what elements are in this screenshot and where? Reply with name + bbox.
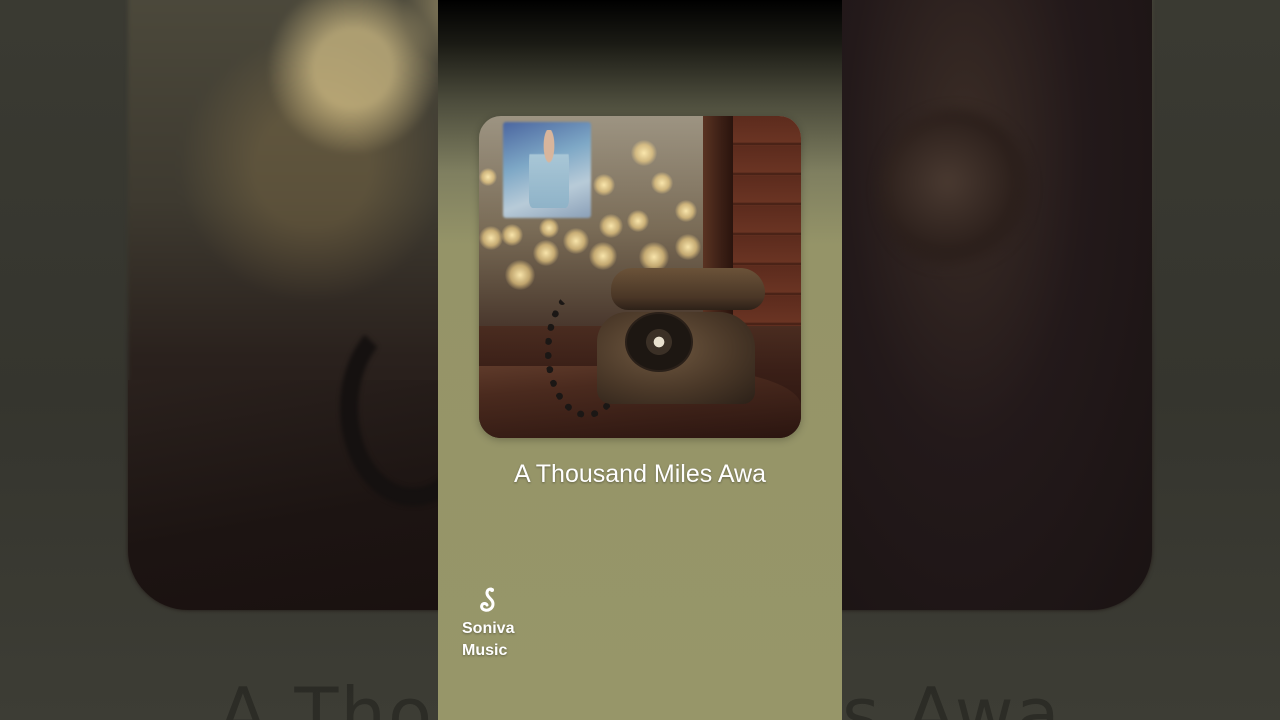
bokeh-light: [675, 234, 701, 260]
bokeh-light: [675, 200, 697, 222]
album-art: [479, 116, 801, 438]
bokeh-light: [505, 260, 535, 290]
bokeh-light: [593, 174, 615, 196]
bokeh-light: [651, 172, 673, 194]
bokeh-light: [539, 218, 559, 238]
song-title: A Thousand Miles Awa: [513, 460, 766, 488]
blurred-phone: [880, 110, 1030, 270]
bokeh-light: [631, 140, 657, 166]
bokeh-light: [479, 226, 503, 250]
bokeh-light: [479, 168, 497, 186]
bokeh-light: [599, 214, 623, 238]
channel-brand[interactable]: Soniva Music: [462, 586, 542, 662]
bokeh-light: [627, 210, 649, 232]
art-billboard-figure: [529, 130, 569, 208]
bokeh-light: [563, 228, 589, 254]
bokeh-light: [589, 242, 617, 270]
music-note-icon: [480, 587, 495, 612]
video-panel[interactable]: A Thousand Miles Awa Soniva Music: [438, 0, 842, 720]
blurred-wall-area: [840, 0, 1152, 610]
art-phone-dial: [625, 312, 693, 372]
bokeh-light: [501, 224, 523, 246]
art-wall: [733, 116, 801, 356]
bokeh-light: [533, 240, 559, 266]
brand-name: Soniva Music: [462, 620, 515, 659]
art-phone-handset: [611, 268, 765, 310]
